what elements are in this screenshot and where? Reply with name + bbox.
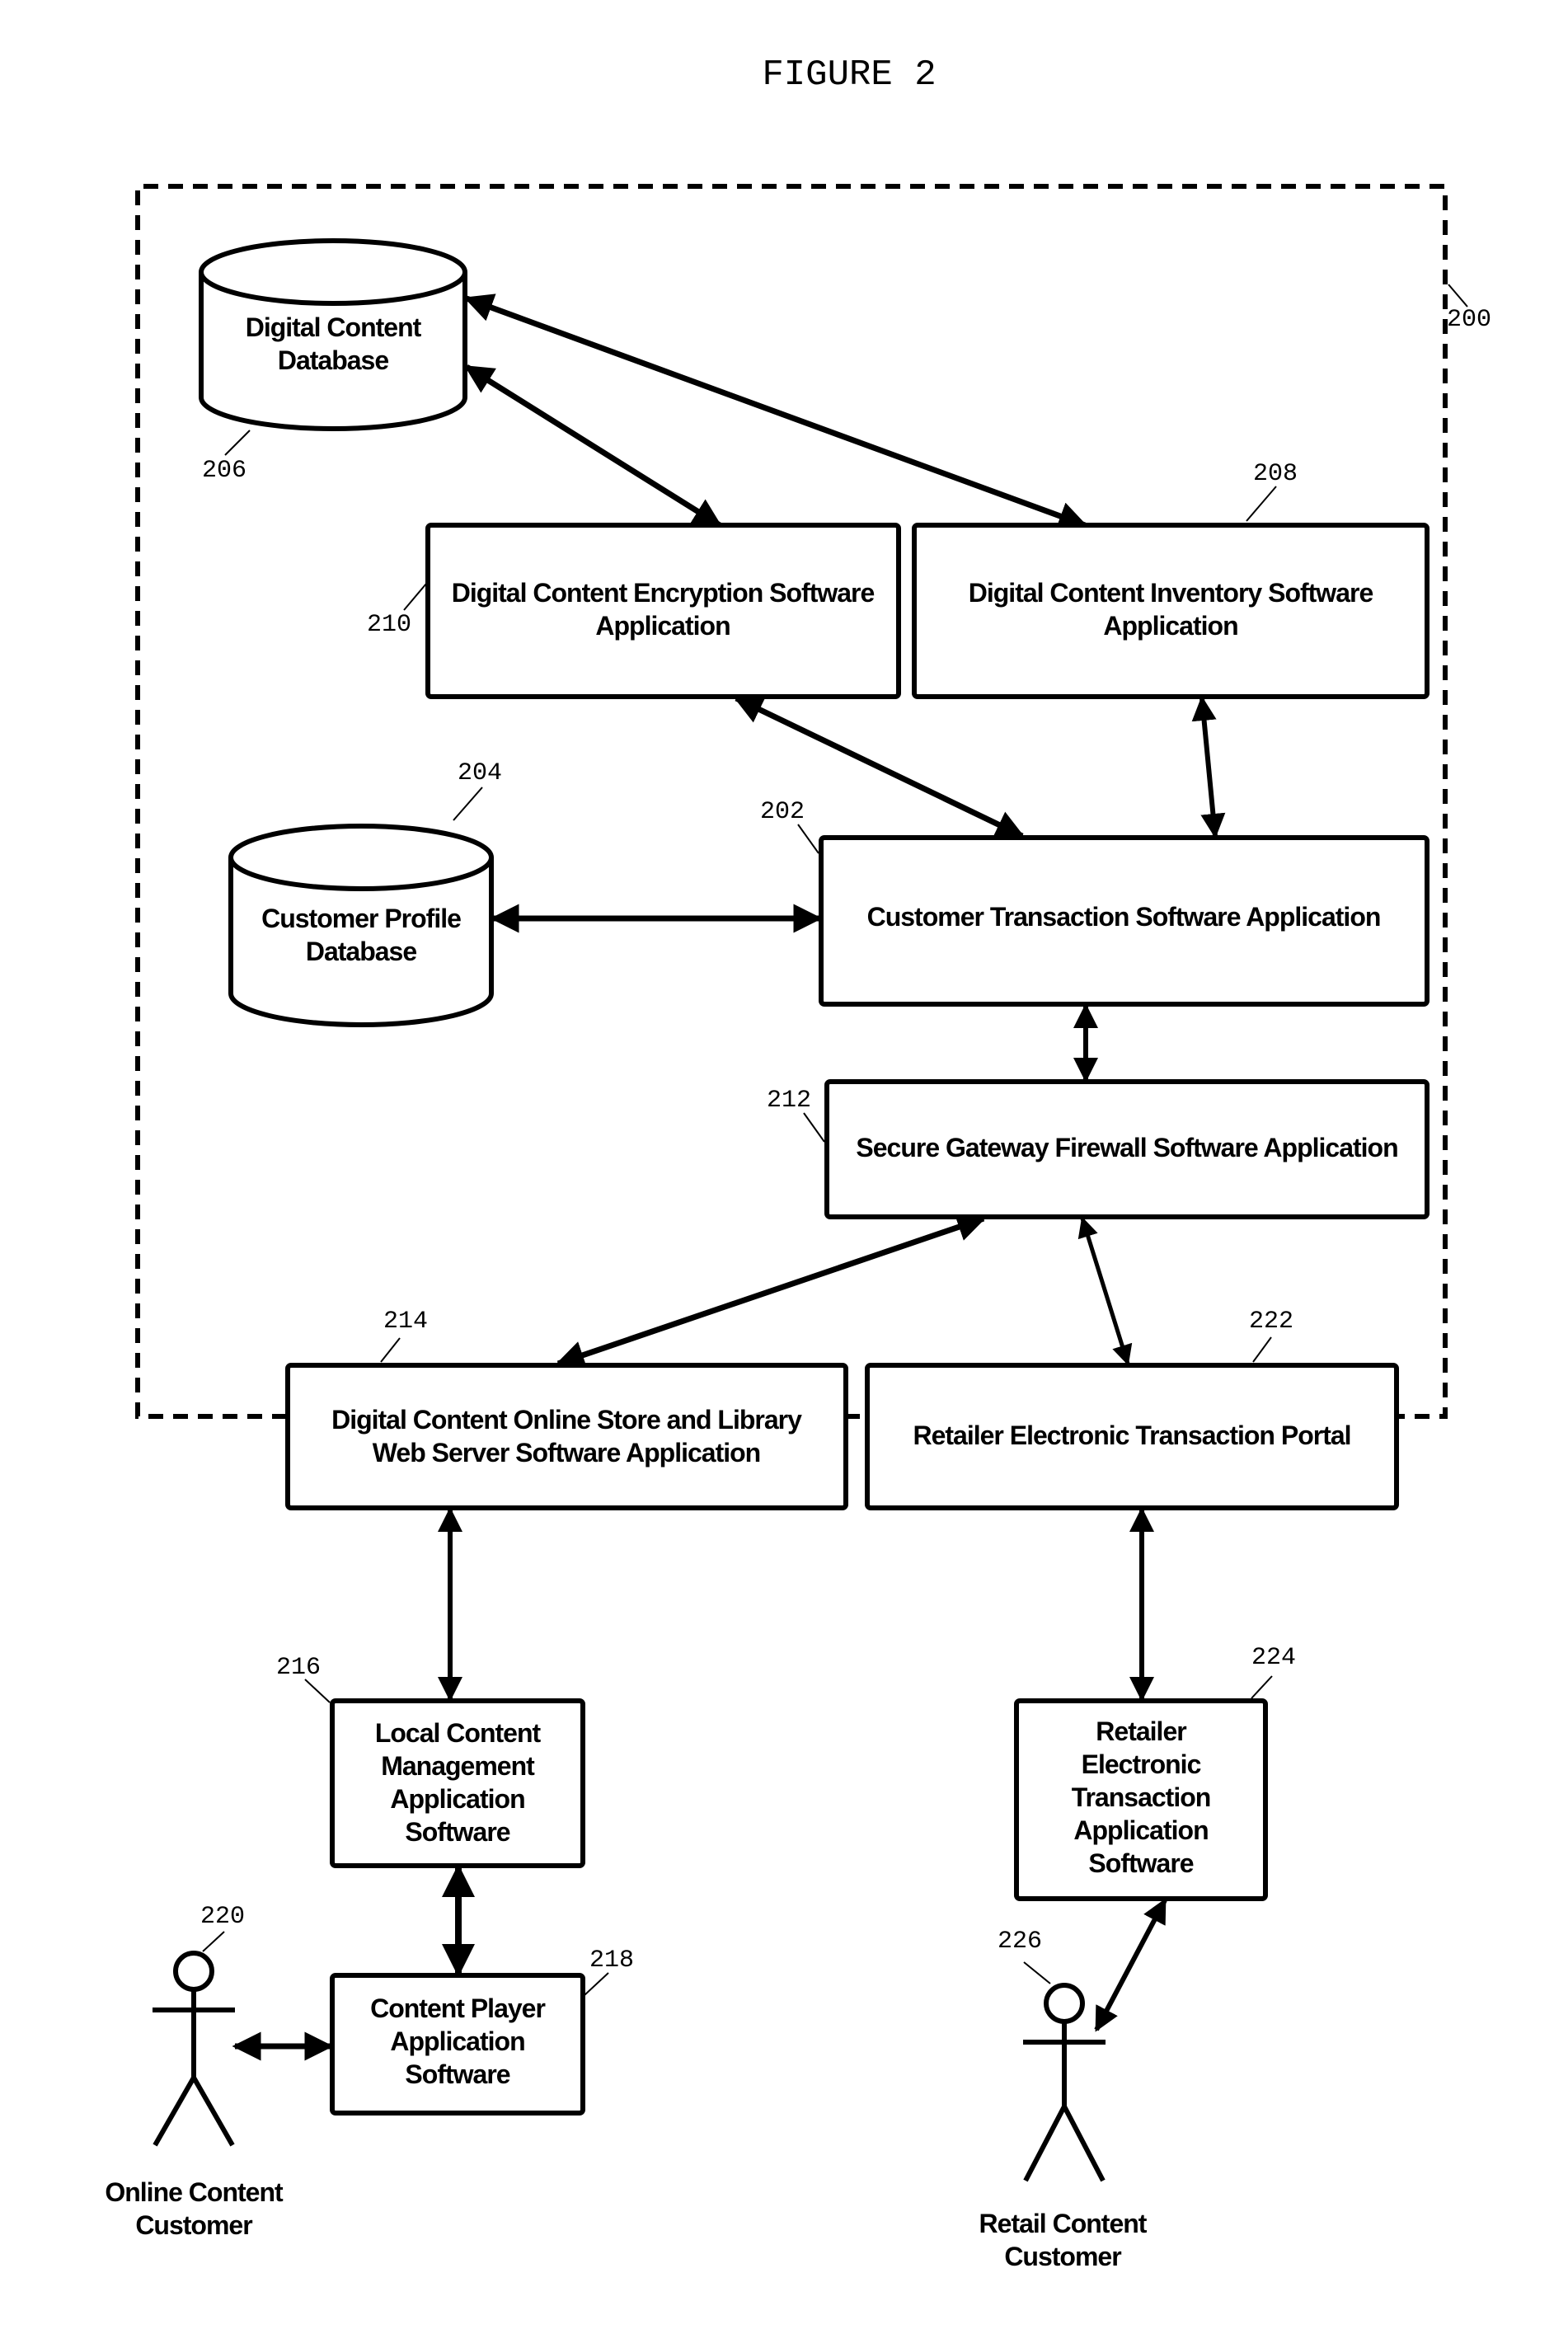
customer-transaction-box[interactable]: Customer Transaction Software Applicatio…	[819, 835, 1430, 1007]
node-label: Customer Transaction Software Applicatio…	[867, 902, 1381, 932]
ref-leader-226	[1023, 1961, 1051, 1984]
connector-digital-content-db-to-inventory-app	[463, 294, 1088, 530]
node-label: Application	[390, 2026, 524, 2056]
actor-leg-right	[191, 2076, 235, 2147]
customer-profile-database[interactable]: Customer Profile Database	[228, 824, 494, 1027]
node-label: Secure Gateway Firewall Software Applica…	[856, 1133, 1397, 1162]
node-label: Digital Content Inventory Software	[969, 578, 1373, 608]
connector-secure-gateway-to-retailer-portal	[1077, 1216, 1133, 1366]
ref-leader-222	[1252, 1336, 1272, 1363]
ref-leader-204	[453, 787, 483, 821]
ref-leader-208	[1246, 486, 1277, 522]
content-player-box[interactable]: Content Player Application Software	[330, 1973, 585, 2116]
ref-200: 200	[1447, 306, 1491, 334]
actor-leg-right	[1062, 2105, 1106, 2182]
ref-leader-218	[584, 1972, 609, 1996]
ref-216: 216	[276, 1654, 321, 1682]
ref-218: 218	[589, 1946, 634, 1975]
ref-204: 204	[458, 759, 502, 787]
connector-retailer-transaction-app-to-retail-customer	[1094, 1898, 1167, 2032]
ref-leader-206	[224, 430, 251, 456]
node-label: Digital Content Encryption Software	[452, 578, 875, 608]
node-label: Application	[390, 1784, 524, 1814]
ref-leader-210	[403, 583, 427, 611]
node-label: Software	[1088, 1848, 1193, 1878]
ref-222: 222	[1249, 1308, 1293, 1336]
ref-226: 226	[998, 1928, 1042, 1956]
node-label: Customer Profile	[261, 904, 461, 933]
ref-210: 210	[367, 611, 411, 639]
node-label: Digital Content Online Store and Library	[331, 1405, 802, 1435]
node-label: Software	[405, 1817, 509, 1847]
connector-inventory-app-to-customer-transaction-app	[1191, 696, 1226, 838]
node-label: Local Content	[375, 1718, 542, 1748]
ref-leader-224	[1251, 1675, 1273, 1699]
actor-label: Customer	[1004, 2242, 1121, 2271]
online-store-web-server-box[interactable]: Digital Content Online Store and Library…	[285, 1363, 848, 1510]
connector-secure-gateway-to-online-store-web-server	[555, 1213, 987, 1369]
retailer-transaction-app-box[interactable]: Retailer Electronic Transaction Applicat…	[1014, 1698, 1268, 1901]
actor-label: Retail Content	[979, 2209, 1148, 2238]
ref-leader-216	[304, 1679, 331, 1703]
figure-title: FIGURE 2	[762, 54, 936, 96]
ref-206: 206	[202, 457, 246, 485]
ref-leader-212	[803, 1112, 825, 1143]
node-label: Application	[595, 611, 730, 641]
ref-leader-200	[1448, 284, 1468, 308]
actor-head	[1044, 1983, 1085, 2024]
node-label: Digital Content	[246, 312, 422, 342]
node-label: Management	[381, 1751, 535, 1781]
ref-leader-220	[202, 1931, 225, 1952]
actor-label: Online Content	[105, 2177, 284, 2207]
ref-212: 212	[767, 1087, 811, 1115]
node-label: Application	[1073, 1815, 1208, 1845]
retail-content-customer-actor[interactable]: Retail Content Customer	[979, 1983, 1148, 2271]
local-content-management-box[interactable]: Local Content Management Application Sof…	[330, 1698, 585, 1868]
node-label: Application	[1103, 611, 1237, 641]
encryption-software-box[interactable]: Digital Content Encryption Software Appl…	[425, 523, 901, 699]
node-label: Database	[278, 345, 389, 375]
node-label: Retailer Electronic Transaction Portal	[913, 1421, 1350, 1450]
actor-leg-left	[153, 2076, 196, 2147]
ref-220: 220	[200, 1903, 245, 1931]
cylinder-top	[199, 238, 467, 306]
ref-202: 202	[760, 798, 805, 826]
cylinder-top	[228, 824, 494, 891]
node-label: Retailer	[1096, 1716, 1186, 1746]
retailer-portal-box[interactable]: Retailer Electronic Transaction Portal	[865, 1363, 1399, 1510]
node-label: Content Player	[370, 1993, 545, 2023]
online-content-customer-actor[interactable]: Online Content Customer	[105, 1951, 284, 2240]
node-label: Software	[405, 2059, 509, 2089]
secure-gateway-box[interactable]: Secure Gateway Firewall Software Applica…	[824, 1079, 1430, 1219]
actor-label: Customer	[135, 2210, 252, 2240]
ref-leader-202	[797, 824, 819, 854]
actor-head	[173, 1951, 214, 1992]
node-label: Transaction	[1072, 1782, 1211, 1812]
ref-224: 224	[1251, 1644, 1296, 1672]
figure-2-diagram: FIGURE 2 200 Digital Content Database 20…	[105, 54, 1491, 2271]
digital-content-database[interactable]: Digital Content Database	[199, 238, 467, 431]
node-label: Database	[306, 937, 417, 966]
box-frame	[285, 1363, 848, 1510]
connector-digital-content-db-to-encryption-app	[464, 364, 722, 528]
ref-leader-214	[380, 1337, 401, 1363]
actor-leg-left	[1023, 2105, 1067, 2182]
node-label: Web Server Software Application	[373, 1438, 760, 1468]
inventory-software-box[interactable]: Digital Content Inventory Software Appli…	[912, 523, 1430, 699]
ref-208: 208	[1253, 460, 1298, 488]
ref-214: 214	[383, 1308, 428, 1336]
node-label: Electronic	[1082, 1749, 1201, 1779]
